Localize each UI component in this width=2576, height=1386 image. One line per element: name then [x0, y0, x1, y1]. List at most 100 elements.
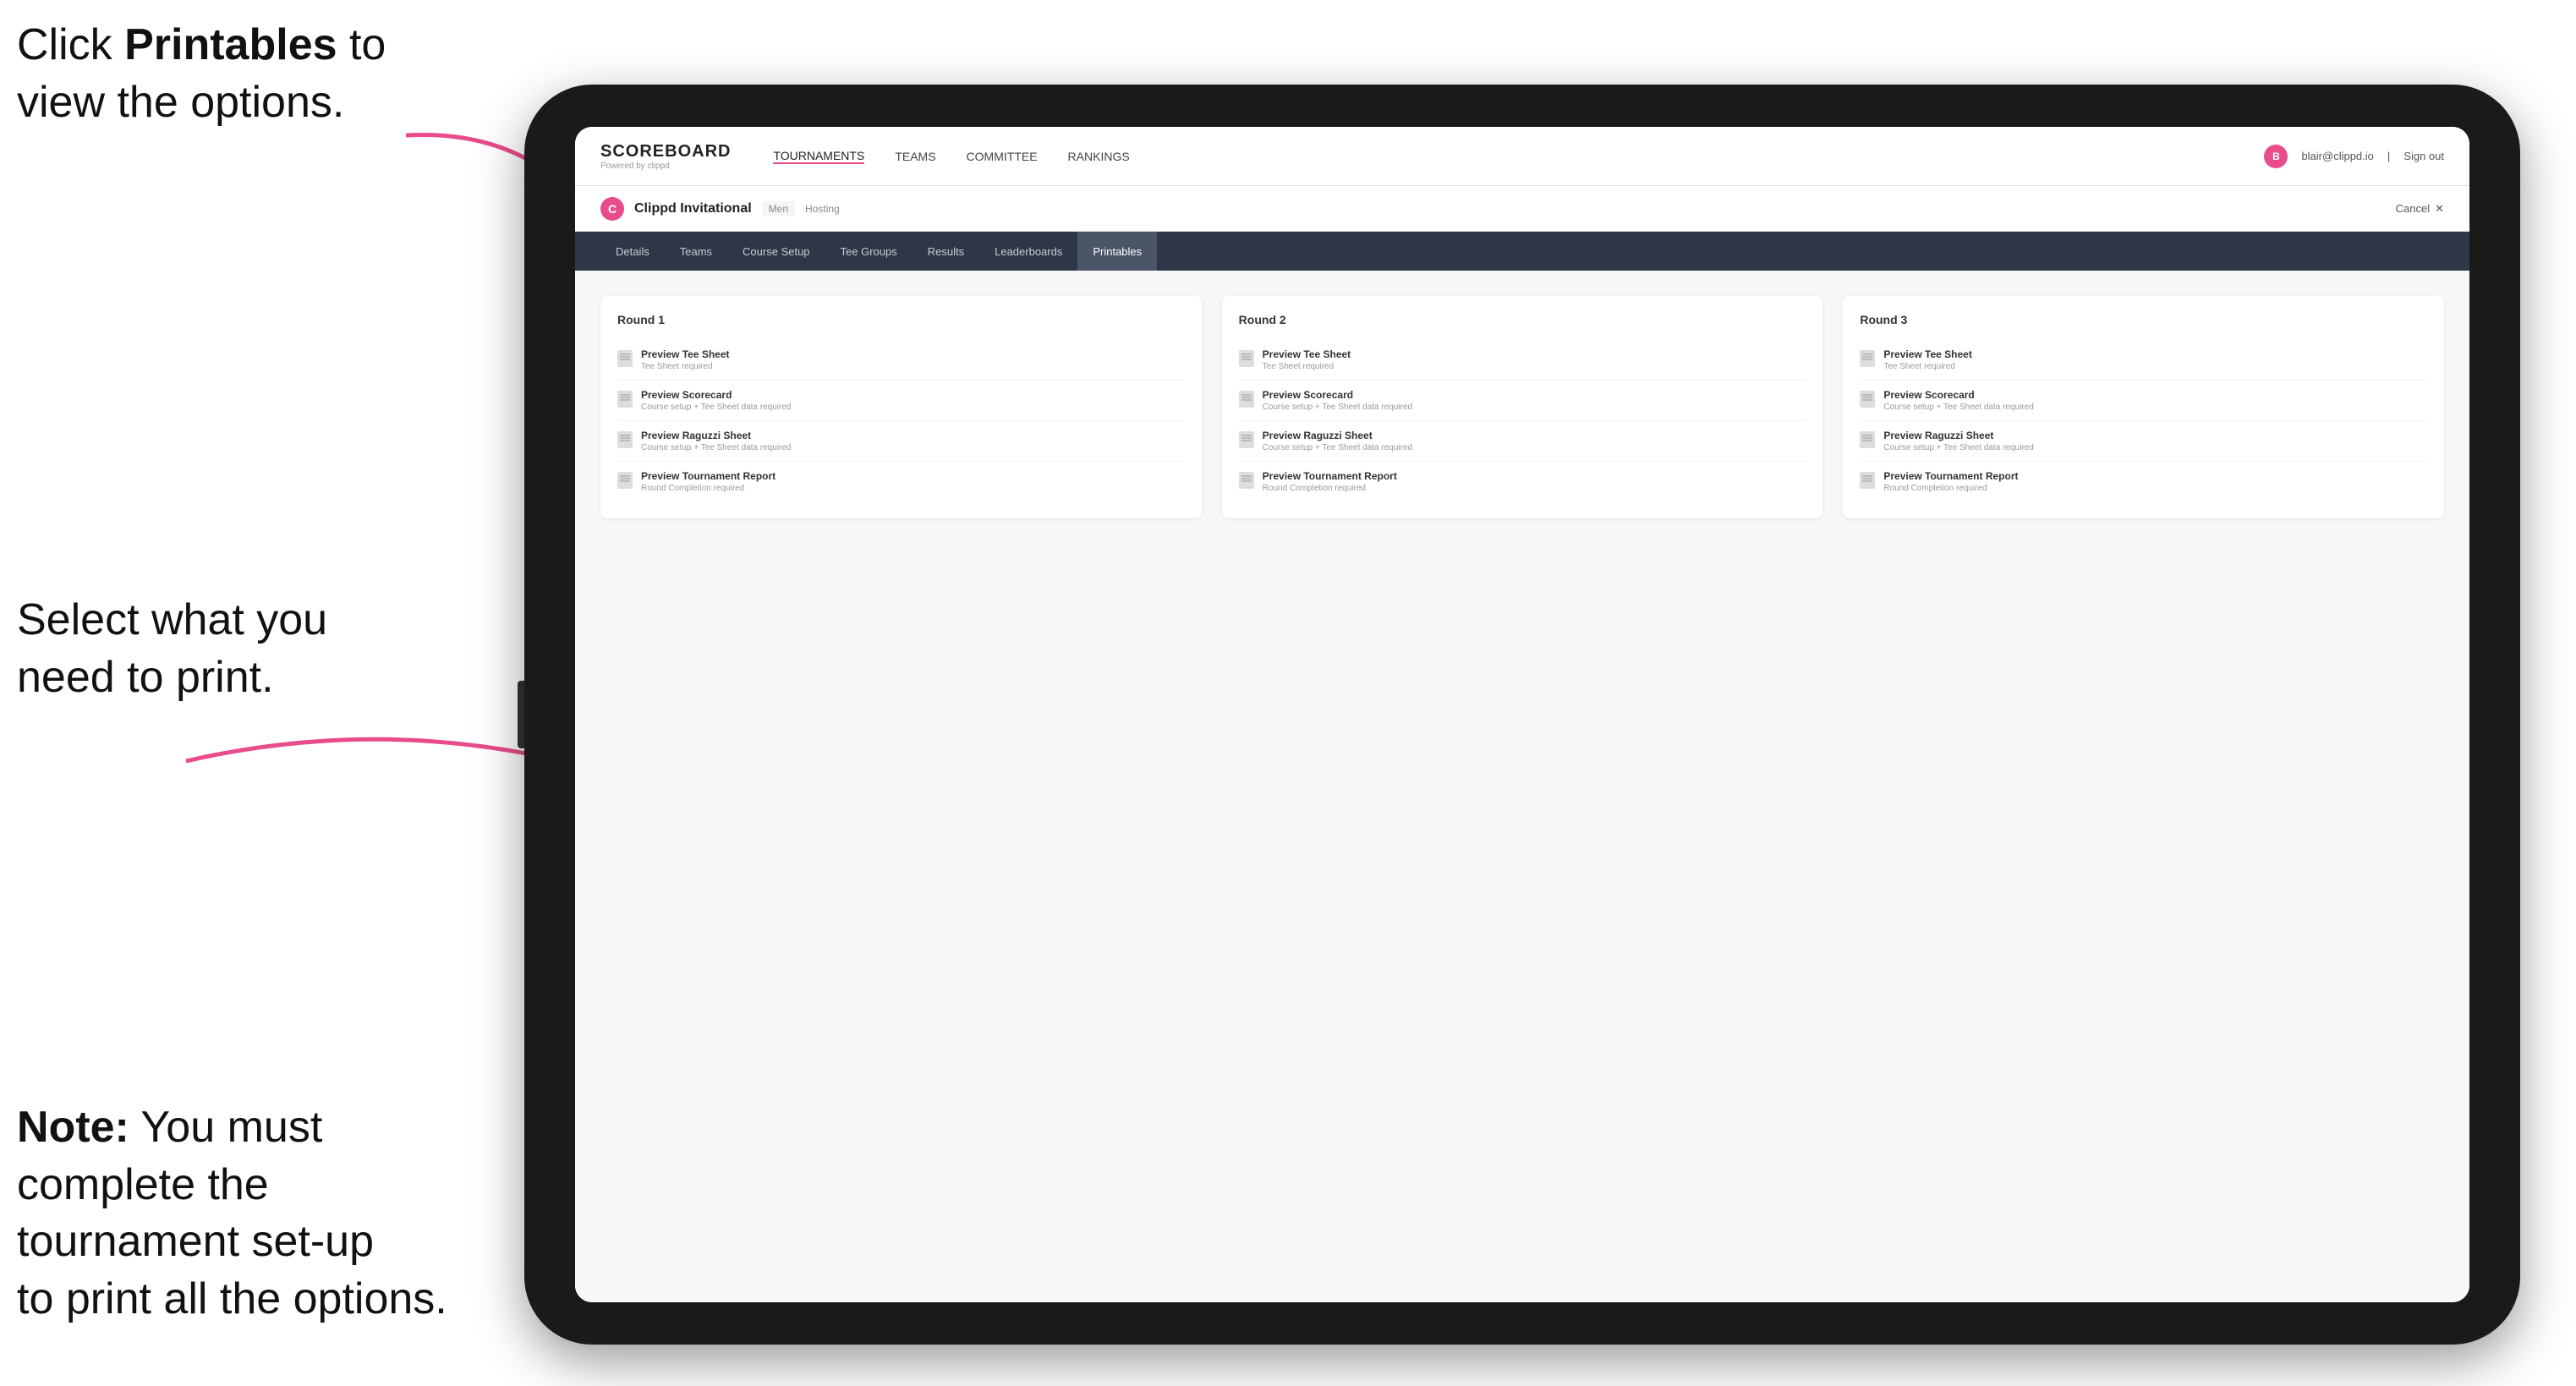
- annotation-middle-text: Select what youneed to print.: [17, 595, 327, 702]
- tournament-logo-icon: C: [600, 197, 624, 221]
- round-1-title: Round 1: [617, 313, 1185, 326]
- round1-scorecard-content: Preview Scorecard Course setup + Tee She…: [641, 389, 1185, 412]
- round2-raguzzi[interactable]: Preview Raguzzi Sheet Course setup + Tee…: [1239, 421, 1806, 462]
- round3-tee-sheet-title: Preview Tee Sheet: [1883, 348, 2427, 360]
- round2-report-title: Preview Tournament Report: [1263, 470, 1806, 482]
- round1-scorecard[interactable]: Preview Scorecard Course setup + Tee She…: [617, 381, 1185, 421]
- round-1-column: Round 1 Preview Tee Sheet Tee Sheet requ…: [600, 296, 1202, 518]
- nav-links: TOURNAMENTS TEAMS COMMITTEE RANKINGS: [773, 149, 1129, 164]
- round3-tournament-report[interactable]: Preview Tournament Report Round Completi…: [1860, 462, 2427, 501]
- round3-tee-sheet[interactable]: Preview Tee Sheet Tee Sheet required: [1860, 340, 2427, 381]
- nav-teams[interactable]: TEAMS: [895, 150, 935, 163]
- annotation-middle: Select what youneed to print.: [17, 592, 507, 706]
- round-2-column: Round 2 Preview Tee Sheet Tee Sheet requ…: [1222, 296, 1823, 518]
- round2-raguzzi-title: Preview Raguzzi Sheet: [1263, 430, 1806, 441]
- round1-report-subtitle: Round Completion required: [641, 484, 1185, 493]
- tab-course-setup[interactable]: Course Setup: [727, 232, 825, 271]
- tab-tee-groups[interactable]: Tee Groups: [825, 232, 913, 271]
- round1-tee-sheet-title: Preview Tee Sheet: [641, 348, 1185, 360]
- cancel-label: Cancel: [2396, 202, 2430, 215]
- tab-results[interactable]: Results: [913, 232, 979, 271]
- round3-raguzzi-content: Preview Raguzzi Sheet Course setup + Tee…: [1883, 430, 2427, 452]
- annotation-bottom: Note: You mustcomplete thetournament set…: [17, 1099, 507, 1328]
- round1-report-content: Preview Tournament Report Round Completi…: [641, 470, 1185, 493]
- tab-printables[interactable]: Printables: [1077, 232, 1157, 271]
- sign-out-link[interactable]: Sign out: [2403, 150, 2444, 162]
- annotation-top-text: Click Printables toview the options.: [17, 20, 386, 127]
- tablet-screen: SCOREBOARD Powered by clippd TOURNAMENTS…: [575, 127, 2469, 1302]
- tablet-device: SCOREBOARD Powered by clippd TOURNAMENTS…: [524, 85, 2520, 1345]
- round2-raguzzi-content: Preview Raguzzi Sheet Course setup + Tee…: [1263, 430, 1806, 452]
- tournament-name: Clippd Invitational: [634, 201, 752, 216]
- round2-scorecard-title: Preview Scorecard: [1263, 389, 1806, 401]
- sub-nav: Details Teams Course Setup Tee Groups Re…: [575, 232, 2469, 271]
- app-container: SCOREBOARD Powered by clippd TOURNAMENTS…: [575, 127, 2469, 1302]
- main-content: Round 1 Preview Tee Sheet Tee Sheet requ…: [575, 271, 2469, 1302]
- report-icon-r1: [617, 472, 633, 489]
- cancel-icon: ✕: [2435, 202, 2444, 216]
- round1-scorecard-subtitle: Course setup + Tee Sheet data required: [641, 403, 1185, 412]
- rounds-container: Round 1 Preview Tee Sheet Tee Sheet requ…: [600, 296, 2444, 518]
- round1-report-title: Preview Tournament Report: [641, 470, 1185, 482]
- hosting-badge: Hosting: [805, 203, 840, 215]
- round1-tee-sheet-subtitle: Tee Sheet required: [641, 362, 1185, 371]
- round2-raguzzi-subtitle: Course setup + Tee Sheet data required: [1263, 443, 1806, 452]
- round3-report-title: Preview Tournament Report: [1883, 470, 2427, 482]
- round3-scorecard-title: Preview Scorecard: [1883, 389, 2427, 401]
- tab-teams[interactable]: Teams: [665, 232, 727, 271]
- tournament-meta: Men: [762, 201, 795, 216]
- tee-sheet-icon-r2: [1239, 350, 1254, 367]
- round1-tee-sheet[interactable]: Preview Tee Sheet Tee Sheet required: [617, 340, 1185, 381]
- report-icon-r3: [1860, 472, 1875, 489]
- round1-raguzzi[interactable]: Preview Raguzzi Sheet Course setup + Tee…: [617, 421, 1185, 462]
- round2-scorecard-content: Preview Scorecard Course setup + Tee She…: [1263, 389, 1806, 412]
- annotation-top: Click Printables toview the options.: [17, 17, 507, 131]
- scoreboard-title-text: SCOREBOARD: [600, 142, 731, 162]
- round2-scorecard[interactable]: Preview Scorecard Course setup + Tee She…: [1239, 381, 1806, 421]
- scorecard-icon-r3: [1860, 391, 1875, 408]
- tab-details[interactable]: Details: [600, 232, 665, 271]
- nav-rankings[interactable]: RANKINGS: [1068, 150, 1130, 163]
- round1-raguzzi-content: Preview Raguzzi Sheet Course setup + Tee…: [641, 430, 1185, 452]
- nav-right: B blair@clippd.io | Sign out: [2264, 145, 2444, 168]
- annotation-bottom-text: Note: You mustcomplete thetournament set…: [17, 1103, 447, 1323]
- round1-tee-sheet-content: Preview Tee Sheet Tee Sheet required: [641, 348, 1185, 371]
- scorecard-icon-r1: [617, 391, 633, 408]
- nav-left: SCOREBOARD Powered by clippd TOURNAMENTS…: [600, 142, 1130, 171]
- nav-separator: |: [2387, 150, 2390, 162]
- nav-committee[interactable]: COMMITTEE: [967, 150, 1038, 163]
- round1-raguzzi-title: Preview Raguzzi Sheet: [641, 430, 1185, 441]
- round3-report-content: Preview Tournament Report Round Completi…: [1883, 470, 2427, 493]
- round2-report-content: Preview Tournament Report Round Completi…: [1263, 470, 1806, 493]
- round2-scorecard-subtitle: Course setup + Tee Sheet data required: [1263, 403, 1806, 412]
- powered-by-text: Powered by clippd: [600, 162, 731, 171]
- round2-tee-sheet-title: Preview Tee Sheet: [1263, 348, 1806, 360]
- round2-report-subtitle: Round Completion required: [1263, 484, 1806, 493]
- tab-leaderboards[interactable]: Leaderboards: [979, 232, 1077, 271]
- round-3-title: Round 3: [1860, 313, 2427, 326]
- tablet-side-button: [518, 681, 524, 748]
- round3-raguzzi[interactable]: Preview Raguzzi Sheet Course setup + Tee…: [1860, 421, 2427, 462]
- raguzzi-icon-r2: [1239, 431, 1254, 448]
- top-nav: SCOREBOARD Powered by clippd TOURNAMENTS…: [575, 127, 2469, 186]
- round3-report-subtitle: Round Completion required: [1883, 484, 2427, 493]
- tournament-info: C Clippd Invitational Men Hosting: [600, 197, 840, 221]
- raguzzi-icon-r1: [617, 431, 633, 448]
- round2-tee-sheet[interactable]: Preview Tee Sheet Tee Sheet required: [1239, 340, 1806, 381]
- round3-raguzzi-title: Preview Raguzzi Sheet: [1883, 430, 2427, 441]
- round-3-column: Round 3 Preview Tee Sheet Tee Sheet requ…: [1843, 296, 2444, 518]
- user-avatar: B: [2264, 145, 2288, 168]
- round3-tee-sheet-subtitle: Tee Sheet required: [1883, 362, 2427, 371]
- round2-tournament-report[interactable]: Preview Tournament Report Round Completi…: [1239, 462, 1806, 501]
- report-icon-r2: [1239, 472, 1254, 489]
- tee-sheet-icon-r1: [617, 350, 633, 367]
- round1-tournament-report[interactable]: Preview Tournament Report Round Completi…: [617, 462, 1185, 501]
- tee-sheet-icon-r3: [1860, 350, 1875, 367]
- nav-tournaments[interactable]: TOURNAMENTS: [773, 149, 864, 164]
- round2-tee-sheet-subtitle: Tee Sheet required: [1263, 362, 1806, 371]
- round3-scorecard-subtitle: Course setup + Tee Sheet data required: [1883, 403, 2427, 412]
- cancel-button[interactable]: Cancel ✕: [2396, 202, 2444, 216]
- round3-tee-sheet-content: Preview Tee Sheet Tee Sheet required: [1883, 348, 2427, 371]
- round3-scorecard[interactable]: Preview Scorecard Course setup + Tee She…: [1860, 381, 2427, 421]
- tournament-bar: C Clippd Invitational Men Hosting Cancel…: [575, 186, 2469, 232]
